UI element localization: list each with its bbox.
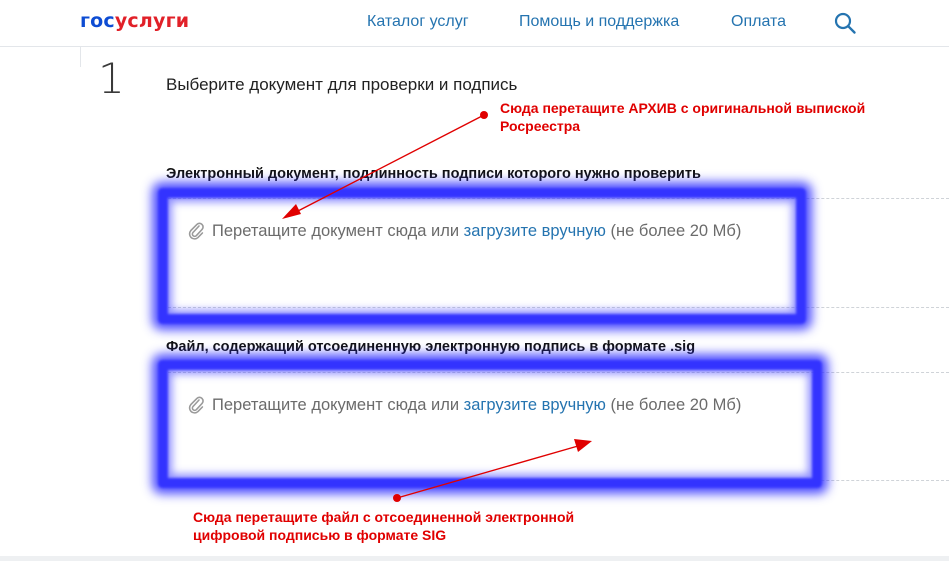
document-dropzone-text: Перетащите документ сюда или загрузите в…: [212, 222, 741, 241]
paperclip-icon: [188, 222, 204, 240]
annotation-line: Росреестра: [500, 118, 581, 134]
signature-field-label: Файл, содержащий отсоединенную электронн…: [166, 339, 696, 355]
gosuslugi-logo[interactable]: госуслуги: [80, 10, 189, 32]
document-dropzone[interactable]: [158, 188, 806, 324]
search-icon[interactable]: [833, 11, 857, 35]
upload-manually-link[interactable]: загрузите вручную: [464, 396, 606, 414]
upload-manually-link[interactable]: загрузите вручную: [464, 222, 606, 240]
paperclip-icon: [188, 396, 204, 414]
annotation-archive: Сюда перетащите АРХИВ с оригинальной вып…: [500, 99, 865, 135]
size-limit: (не более 20 Мб): [610, 396, 742, 414]
annotation-line: Сюда перетащите файл с отсоединенной эле…: [193, 509, 575, 525]
logo-part-gos: гос: [80, 10, 115, 32]
size-limit: (не более 20 Мб): [610, 222, 742, 240]
annotation-signature: Сюда перетащите файл с отсоединенной эле…: [193, 508, 574, 544]
document-field-label: Электронный документ, подлинность подпис…: [166, 166, 701, 182]
signature-dropzone-text: Перетащите документ сюда или загрузите в…: [212, 396, 741, 415]
nav-payment-link[interactable]: Оплата: [731, 13, 786, 31]
nav-catalog-link[interactable]: Каталог услуг: [367, 13, 469, 31]
nav-help-link[interactable]: Помощь и поддержка: [519, 13, 679, 31]
site-header: госуслуги Каталог услуг Помощь и поддерж…: [0, 0, 949, 47]
step-number: 1: [98, 54, 125, 103]
step-title: Выберите документ для проверки и подпись: [166, 75, 518, 94]
footer-divider: [0, 556, 949, 561]
divider: [80, 47, 81, 67]
logo-part-uslugi: услуги: [114, 10, 190, 32]
annotation-line: Сюда перетащите АРХИВ с оригинальной вып…: [500, 100, 866, 116]
signature-dropzone[interactable]: [158, 360, 822, 488]
drop-hint: Перетащите документ сюда или: [212, 396, 460, 414]
drop-hint: Перетащите документ сюда или: [212, 222, 460, 240]
annotation-line: цифровой подписью в формате SIG: [193, 527, 447, 543]
